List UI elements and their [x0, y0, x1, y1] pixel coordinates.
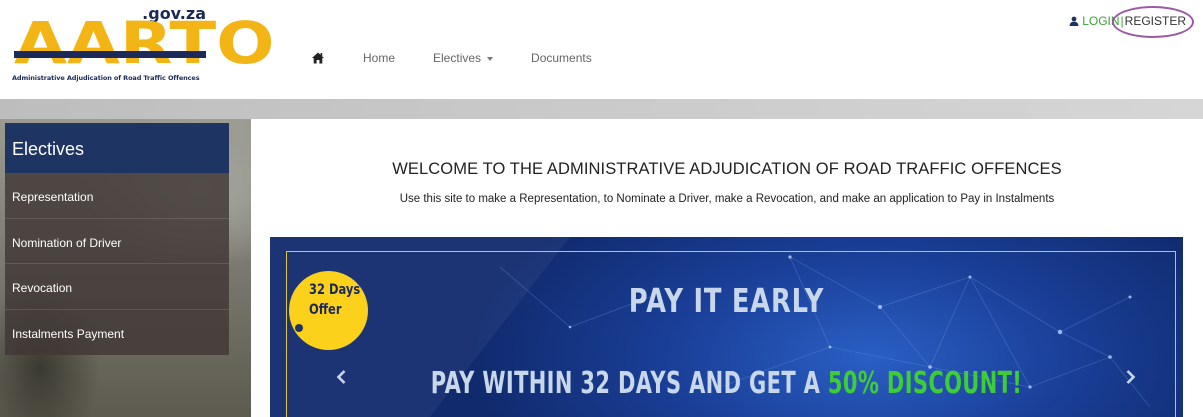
sidebar-item-representation[interactable]: Representation	[5, 173, 229, 219]
logo-wordmark: AARTO	[14, 9, 275, 77]
chevron-left-icon[interactable]	[332, 367, 352, 387]
sidebar-title: Electives	[5, 123, 229, 173]
auth-separator: |	[1120, 14, 1124, 28]
auth-links: LOGIN | REGISTER	[1069, 6, 1194, 38]
nav-documents[interactable]: Documents	[531, 51, 592, 65]
nav-electives-label: Electives	[433, 51, 482, 65]
chevron-right-icon[interactable]	[1120, 367, 1140, 387]
home-icon[interactable]	[311, 51, 325, 65]
main-nav: Home Electives Documents	[311, 48, 592, 68]
sidebar-item-revocation[interactable]: Revocation	[5, 264, 229, 310]
logo-stripe	[14, 51, 206, 58]
caret-down-icon	[487, 56, 494, 61]
sidebar-menu: Representation Nomination of Driver Revo…	[5, 173, 229, 355]
page: .gov.za AARTO Administrative Adjudicatio…	[0, 0, 1203, 417]
banner-headline: PAY IT EARLY	[628, 281, 825, 320]
login-link[interactable]: LOGIN	[1082, 14, 1119, 28]
sidebar-item-nomination-of-driver[interactable]: Nomination of Driver	[5, 219, 229, 264]
user-icon	[1069, 16, 1079, 26]
offer-text: PAY WITHIN 32 DAYS AND GET A	[430, 366, 828, 401]
promo-carousel[interactable]: 32 Days Offer PAY IT EARLY PAY WITHIN 32…	[270, 237, 1183, 417]
register-link[interactable]: REGISTER	[1125, 14, 1186, 28]
offer-highlight: 50% DISCOUNT!	[827, 366, 1023, 401]
logo-tagline: Administrative Adjudication of Road Traf…	[12, 74, 200, 82]
welcome-subheading: Use this site to make a Representation, …	[399, 193, 1055, 205]
nav-home[interactable]: Home	[363, 51, 395, 65]
offer-badge-line2: Offer	[309, 302, 342, 318]
offer-badge-line1: 32 Days	[309, 282, 361, 298]
electives-sidebar: Electives Representation Nomination of D…	[5, 123, 229, 355]
offer-badge-text: 32 Days Offer	[309, 280, 360, 320]
nav-electives[interactable]: Electives	[433, 51, 494, 65]
offer-badge: 32 Days Offer	[289, 271, 368, 350]
badge-dot	[295, 324, 303, 332]
sidebar-item-instalments-payment[interactable]: Instalments Payment	[5, 310, 229, 356]
header-band	[0, 99, 1203, 119]
banner-offer-text: PAY WITHIN 32 DAYS AND GET A 50% DISCOUN…	[407, 366, 1046, 401]
aarto-logo[interactable]: .gov.za AARTO Administrative Adjudicatio…	[12, 4, 274, 90]
welcome-heading: WELCOME TO THE ADMINISTRATIVE ADJUDICATI…	[392, 160, 1062, 178]
site-header: .gov.za AARTO Administrative Adjudicatio…	[0, 0, 1203, 99]
